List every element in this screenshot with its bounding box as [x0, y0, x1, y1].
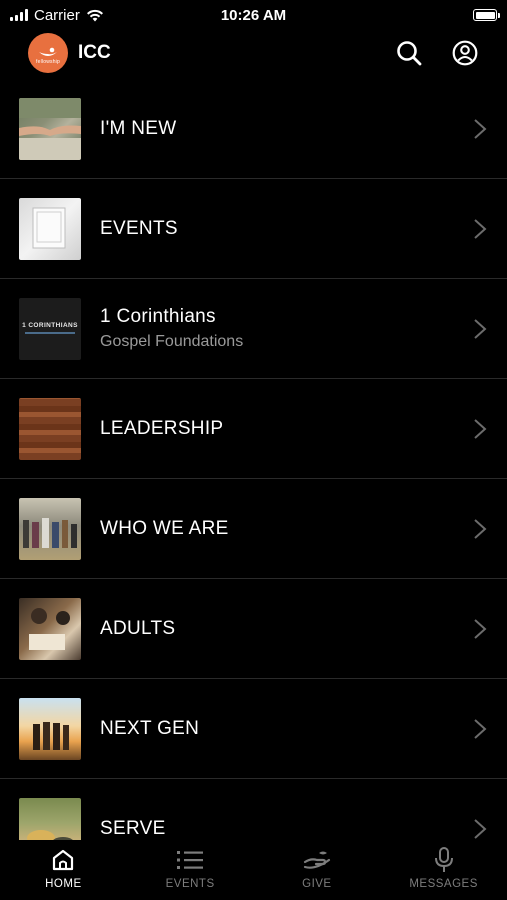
status-bar: Carrier 10:26 AM: [0, 0, 507, 30]
sunset-group-photo: [19, 697, 81, 760]
tab-events[interactable]: EVENTS: [127, 840, 254, 900]
user-profile-icon: [452, 40, 478, 66]
people-photo: [19, 497, 81, 560]
list-item-1-corinthians[interactable]: 1 CORINTHIANS 1 Corinthians Gospel Found…: [0, 279, 507, 379]
item-text: LEADERSHIP: [100, 418, 223, 440]
tab-home[interactable]: HOME: [0, 840, 127, 900]
item-title: LEADERSHIP: [100, 417, 224, 439]
list-item-adults[interactable]: ADULTS: [0, 579, 507, 679]
handshake-photo: [19, 97, 81, 160]
chevron-right-icon: [474, 218, 487, 239]
chevron-right-icon: [474, 718, 487, 739]
search-button[interactable]: [395, 39, 423, 67]
wifi-icon: [86, 9, 103, 21]
home-icon: [49, 846, 77, 874]
chevron-right-icon: [474, 118, 487, 139]
header-actions: [395, 39, 479, 67]
gardening-photo: [19, 798, 81, 840]
list-item-leadership[interactable]: LEADERSHIP: [0, 379, 507, 479]
series-art: 1 CORINTHIANS: [19, 297, 81, 360]
item-title: NEXT GEN: [100, 717, 200, 739]
series-art-text: 1 CORINTHIANS: [22, 321, 78, 329]
carrier-label: Carrier: [34, 6, 80, 24]
wood-photo: [19, 397, 81, 460]
give-hand-icon: [303, 846, 331, 874]
paper-photo: [19, 197, 81, 260]
list-item-im-new[interactable]: I'M NEW: [0, 79, 507, 179]
list-item-serve[interactable]: SERVE: [0, 779, 507, 840]
item-text: I'M NEW: [100, 118, 176, 140]
battery-icon: [473, 9, 500, 21]
search-icon: [397, 41, 422, 66]
item-title: ADULTS: [100, 617, 176, 639]
chevron-right-icon: [474, 518, 487, 539]
item-title: I'M NEW: [100, 117, 177, 139]
microphone-icon: [430, 846, 458, 874]
tab-give[interactable]: GIVE: [254, 840, 381, 900]
app-logo[interactable]: fellowship: [28, 33, 68, 73]
item-subtitle: Gospel Foundations: [100, 333, 244, 350]
list-icon: [176, 846, 204, 874]
list-item-who-we-are[interactable]: WHO WE ARE: [0, 479, 507, 579]
signal-icon: [10, 9, 28, 21]
tab-messages[interactable]: MESSAGES: [380, 840, 507, 900]
item-text: SERVE: [100, 818, 166, 840]
item-title: WHO WE ARE: [100, 517, 229, 539]
item-text: ADULTS: [100, 618, 175, 640]
item-title: 1 Corinthians: [100, 306, 216, 327]
chevron-right-icon: [474, 418, 487, 439]
chevron-right-icon: [474, 618, 487, 639]
list-item-next-gen[interactable]: NEXT GEN: [0, 679, 507, 779]
chevron-right-icon: [474, 819, 487, 839]
app-header: fellowship ICC: [0, 30, 507, 76]
item-text: 1 Corinthians Gospel Foundations: [100, 306, 243, 351]
profile-button[interactable]: [451, 39, 479, 67]
item-title: SERVE: [100, 818, 166, 839]
item-title: EVENTS: [100, 217, 178, 239]
tab-label: GIVE: [302, 878, 332, 890]
logo-boat-icon: [39, 47, 57, 56]
list-item-events[interactable]: EVENTS: [0, 179, 507, 279]
logo-text: fellowship: [36, 59, 60, 65]
tab-label: EVENTS: [165, 878, 215, 890]
item-text: EVENTS: [100, 218, 178, 240]
chevron-right-icon: [474, 318, 487, 339]
app-title: ICC: [78, 42, 111, 63]
content-list: I'M NEW EVENTS 1 CORINTHIANS 1 Corinthia…: [0, 79, 507, 840]
status-left: Carrier: [10, 7, 104, 24]
item-text: NEXT GEN: [100, 718, 199, 740]
tab-label: HOME: [45, 878, 82, 890]
tab-label: MESSAGES: [409, 878, 478, 890]
tab-bar: HOME EVENTS GIVE MESSAGES: [0, 840, 507, 900]
item-text: WHO WE ARE: [100, 518, 229, 540]
bible-study-photo: [19, 597, 81, 660]
